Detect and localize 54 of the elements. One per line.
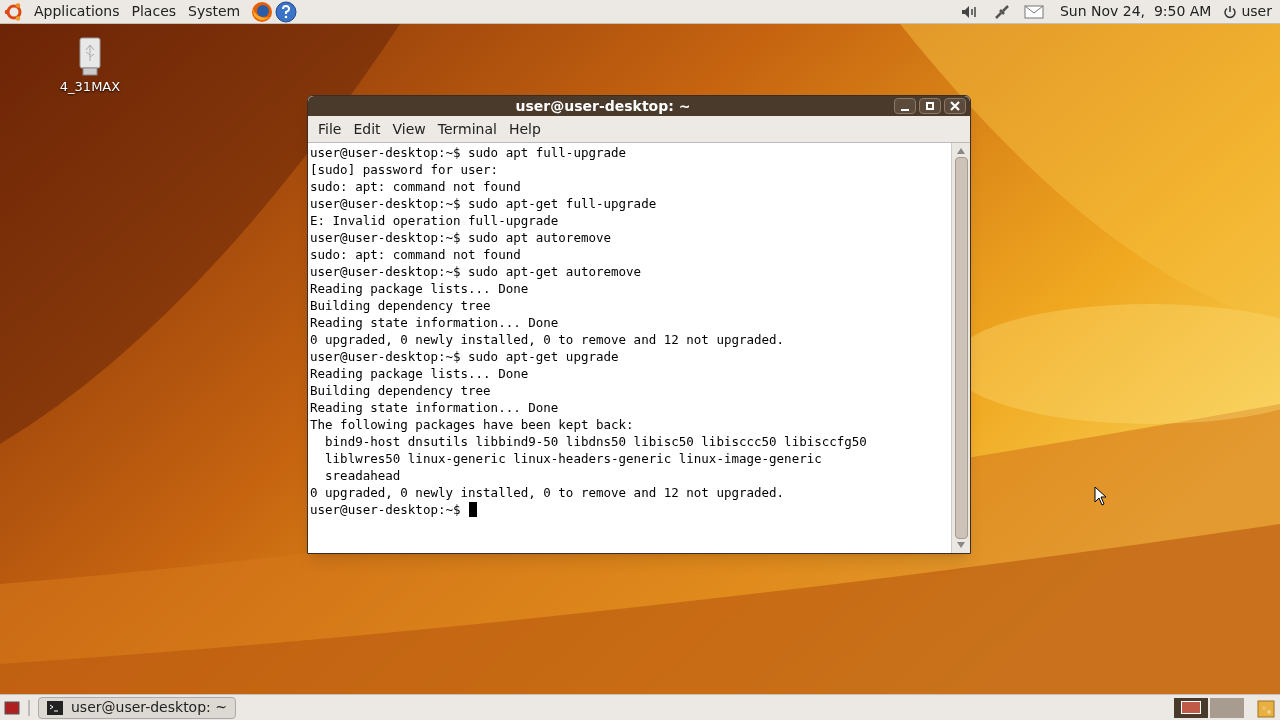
window-title: user@user-desktop: ~	[515, 98, 691, 114]
terminal-line: The following packages have been kept back:	[310, 416, 634, 433]
mouse-pointer-icon	[1094, 486, 1108, 506]
terminal-line: [sudo] password for user:	[310, 161, 499, 178]
terminal-line: Building dependency tree	[310, 382, 491, 399]
text-cursor	[468, 502, 477, 517]
terminal-line: bind9-host dnsutils libbind9-50 libdns50 libisc50 libisccc50 libisccfg50	[324, 433, 867, 450]
terminal-line: liblwres50 linux-generic linux-headers-generic linux-image-generic	[324, 450, 822, 467]
maximize-button[interactable]	[919, 98, 941, 114]
workspace[interactable]	[1174, 697, 1208, 718]
terminal-line: user@user-desktop:~$ sudo apt-get full-upgrade	[310, 195, 657, 212]
terminal-line: 0 upgraded, 0 newly installed, 0 to remove and 12 not upgraded.	[310, 484, 785, 501]
show-desktop-icon[interactable]	[4, 699, 20, 716]
panel-menu[interactable]: System	[182, 1, 247, 22]
menu-item[interactable]: File	[313, 118, 347, 140]
menu-item[interactable]: Edit	[348, 118, 386, 140]
panel-menu[interactable]: Places	[125, 1, 183, 22]
terminal-line: Building dependency tree	[310, 297, 491, 314]
panel-menu[interactable]: Applications	[28, 1, 126, 22]
terminal-line: user@user-desktop:~$	[310, 501, 461, 518]
close-button[interactable]	[944, 98, 966, 114]
terminal-icon	[47, 700, 63, 715]
terminal-line: 0 upgraded, 0 newly installed, 0 to remove and 12 not upgraded.	[310, 331, 785, 348]
terminal-line: user@user-desktop:~$ sudo apt-get autoremove	[310, 263, 642, 280]
terminal-line: sreadahead	[324, 467, 401, 484]
menu-item[interactable]: View	[387, 118, 431, 140]
menu-item[interactable]: Help	[503, 118, 546, 140]
terminal-line: Reading package lists... Done	[310, 280, 529, 297]
terminal-line: user@user-desktop:~$ sudo apt full-upgrade	[310, 144, 627, 161]
close-icon	[950, 101, 960, 111]
desktop-icon-label[interactable]: 4_31MAX	[59, 77, 121, 97]
terminal-line: Reading state information... Done	[310, 314, 559, 331]
clock[interactable]: Sun Nov 24, 9:50 AM	[1059, 1, 1212, 22]
terminal-line: Reading package lists... Done	[310, 365, 529, 382]
mail-icon[interactable]	[1023, 3, 1044, 20]
scroll-up-arrow-icon[interactable]	[957, 148, 965, 154]
terminal-line: user@user-desktop:~$ sudo apt autoremove	[310, 229, 612, 246]
terminal-line: sudo: apt: command not found	[310, 246, 521, 263]
menu-item[interactable]: Terminal	[432, 118, 502, 140]
help-icon[interactable]	[274, 0, 299, 24]
usb-drive-icon[interactable]	[78, 37, 102, 77]
minimize-button[interactable]	[894, 98, 916, 114]
terminal-line: user@user-desktop:~$ sudo apt-get upgrade	[310, 348, 619, 365]
terminal-line: Reading state information... Done	[310, 399, 559, 416]
terminal-line: sudo: apt: command not found	[310, 178, 521, 195]
taskbar-button[interactable]: user@user-desktop: ~	[38, 696, 236, 719]
user-menu[interactable]: user	[1241, 1, 1272, 22]
browser-globe-icon[interactable]	[250, 0, 275, 24]
ubuntu-logo-icon	[4, 1, 24, 22]
scrollbar-thumb[interactable]	[954, 157, 968, 539]
terminal-line: E: Invalid operation full-upgrade	[310, 212, 559, 229]
scroll-down-arrow-icon[interactable]	[957, 542, 965, 548]
power-icon[interactable]	[1223, 4, 1238, 19]
scrollbar[interactable]	[951, 143, 970, 553]
